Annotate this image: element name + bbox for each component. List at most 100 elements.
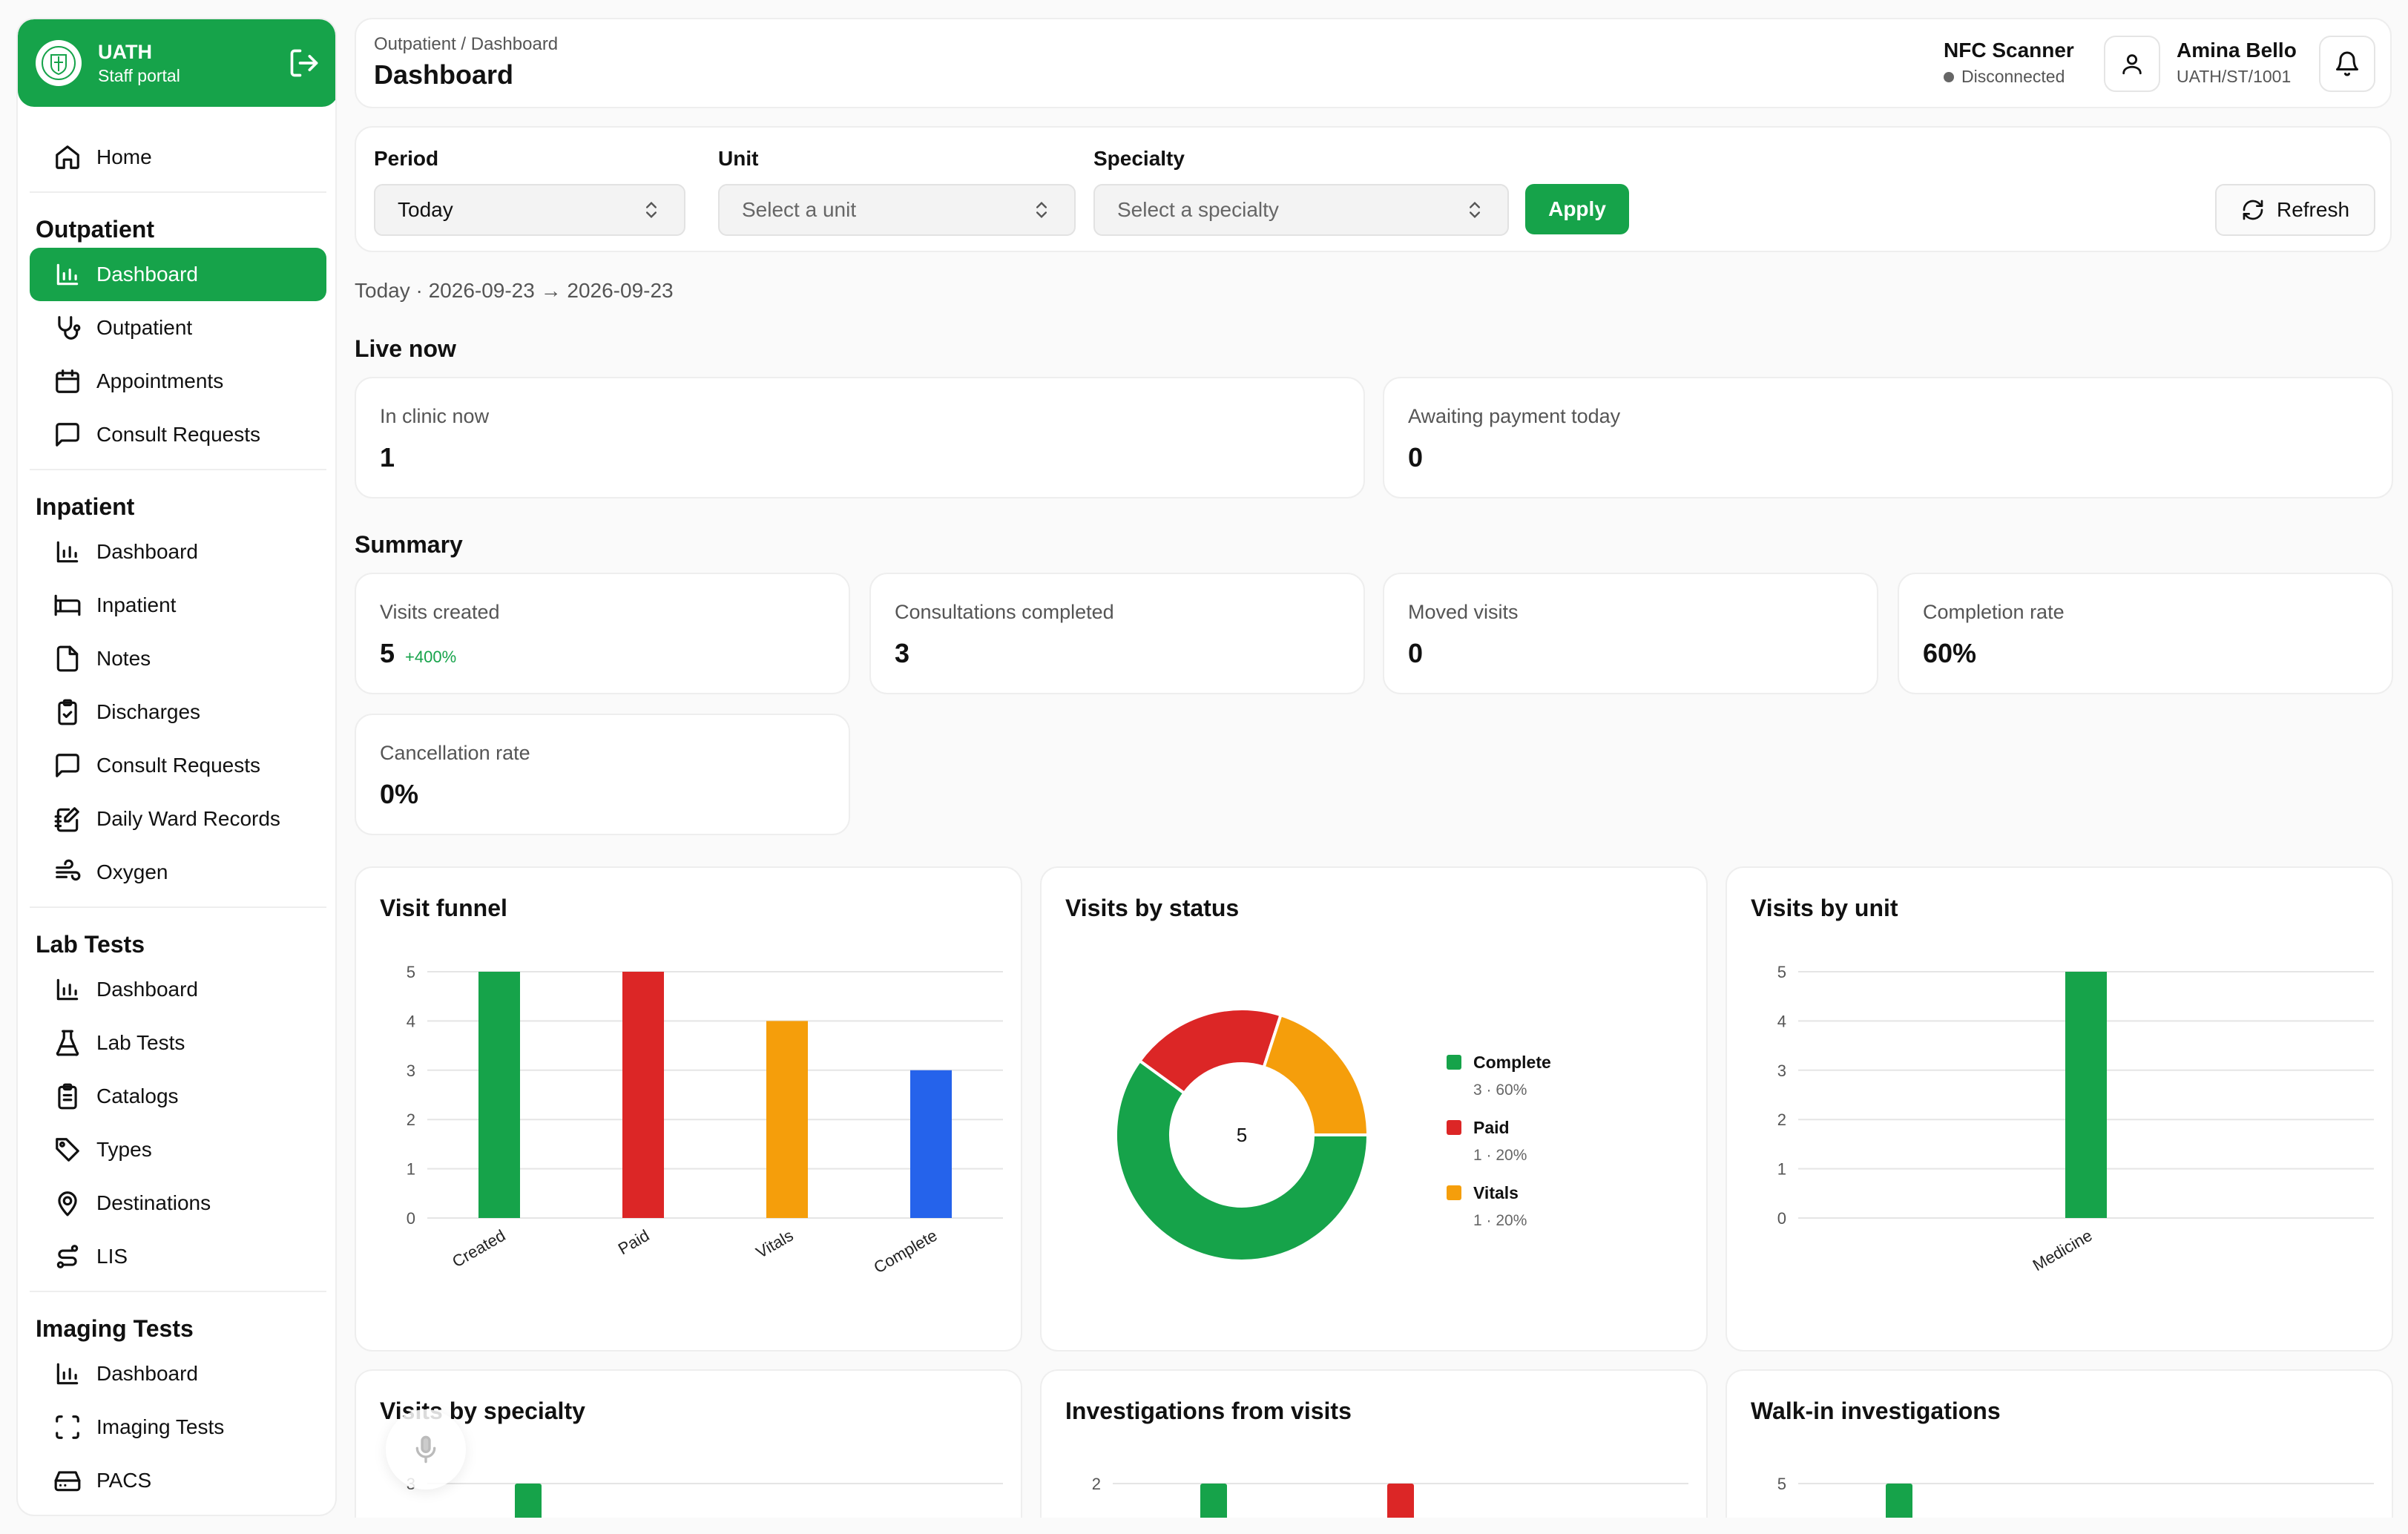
visits-by-status-svg: 5 Complete 3 · 60% Paid 1 · 20% Vitals 1 · 20% xyxy=(1114,1007,1551,1263)
notifications-button[interactable] xyxy=(2319,36,2375,92)
bar-chart-icon xyxy=(56,978,79,1001)
home-icon xyxy=(56,145,79,169)
sidebar-section-title: Outpatient xyxy=(36,216,154,243)
sidebar-section-title: Imaging Tests xyxy=(36,1315,194,1342)
sidebar-item-imaging-tests[interactable]: Imaging Tests xyxy=(30,1400,326,1454)
sidebar-item-daily-ward-records[interactable]: Daily Ward Records xyxy=(30,792,326,846)
divider xyxy=(30,906,326,908)
sidebar-section-title: Inpatient xyxy=(36,493,135,520)
sidebar-item-outpatient[interactable]: Outpatient xyxy=(30,301,326,355)
sidebar-item-catalogs[interactable]: Catalogs xyxy=(30,1507,326,1515)
stat-card-consultations-completed: Consultations completed 3 xyxy=(869,573,1365,694)
user-icon xyxy=(2122,54,2142,75)
bar xyxy=(622,972,664,1218)
stat-card-moved-visits: Moved visits 0 xyxy=(1383,573,1878,694)
legend-value: 1 · 20% xyxy=(1473,1212,1527,1229)
message-icon xyxy=(56,423,79,447)
y-tick-label: 0 xyxy=(407,1209,415,1228)
stat-label: Cancellation rate xyxy=(380,742,530,764)
sidebar-nav: Home Outpatient Dashboard Outpatient Appoin… xyxy=(18,131,335,1515)
chart-walk-in-investigations: Walk-in investigations 5 xyxy=(1726,1369,2393,1518)
sidebar-item-lis[interactable]: LIS xyxy=(30,1230,326,1283)
message-icon xyxy=(56,754,79,777)
walk-in-investigations-svg: 5 xyxy=(1777,1475,2374,1518)
top-header: Outpatient / Dashboard Dashboard NFC Sca… xyxy=(355,18,2392,108)
unit-select[interactable]: Select a unit xyxy=(718,184,1076,236)
sidebar-item-types[interactable]: Types xyxy=(30,1123,326,1176)
sidebar-item-inpatient[interactable]: Inpatient xyxy=(30,579,326,632)
stat-value: 3 xyxy=(895,638,910,668)
bell-icon xyxy=(2336,51,2358,76)
sidebar-item-catalogs[interactable]: Catalogs xyxy=(30,1070,326,1123)
legend-swatch xyxy=(1447,1120,1461,1135)
microphone-icon xyxy=(415,1435,436,1464)
sidebar-item-dashboard[interactable]: Dashboard xyxy=(30,248,326,301)
legend-label: Complete xyxy=(1473,1053,1551,1072)
period-select[interactable]: Today xyxy=(374,184,685,236)
bar xyxy=(910,1070,952,1218)
sidebar-item-label: Outpatient xyxy=(96,316,193,339)
live-now-heading: Live now xyxy=(355,335,456,362)
scan-icon xyxy=(56,1415,79,1439)
user-profile-button[interactable] xyxy=(2104,36,2160,92)
app-frame: UATH Staff portal Home Outpatient Dashboa… xyxy=(0,0,2408,1534)
y-tick-label: 5 xyxy=(407,963,415,981)
period-label: Period xyxy=(374,147,439,170)
sidebar-item-notes[interactable]: Notes xyxy=(30,632,326,685)
sidebar-item-label: Inpatient xyxy=(96,593,177,616)
bar-chart-icon xyxy=(56,1363,79,1385)
sidebar-item-destinations[interactable]: Destinations xyxy=(30,1176,326,1230)
sidebar-item-oxygen[interactable]: Oxygen xyxy=(30,846,326,899)
sidebar-item-dashboard[interactable]: Dashboard xyxy=(30,963,326,1016)
sidebar-item-label: Dashboard xyxy=(96,1362,198,1385)
bar xyxy=(515,1484,542,1518)
y-tick-label: 1 xyxy=(1777,1160,1786,1179)
x-tick-label: Medicine xyxy=(2030,1226,2096,1275)
bar xyxy=(766,1021,808,1218)
sidebar-item-appointments[interactable]: Appointments xyxy=(30,355,326,408)
nfc-title: NFC Scanner xyxy=(1944,39,2074,62)
bar xyxy=(1886,1484,1912,1518)
sidebar-item-label: LIS xyxy=(96,1245,128,1268)
refresh-button[interactable]: Refresh xyxy=(2215,184,2375,236)
bar xyxy=(478,972,520,1218)
sidebar-item-consult-requests[interactable]: Consult Requests xyxy=(30,739,326,792)
y-tick-label: 2 xyxy=(407,1110,415,1129)
route-icon xyxy=(56,1245,79,1268)
y-tick-label: 3 xyxy=(407,1061,415,1080)
stat-card-visits-created: Visits created 5 +400% xyxy=(355,573,850,694)
period-value: Today xyxy=(398,198,453,221)
legend-label: Paid xyxy=(1473,1118,1510,1137)
y-tick-label: 0 xyxy=(1777,1209,1786,1228)
sidebar-item-pacs[interactable]: PACS xyxy=(30,1454,326,1507)
specialty-placeholder: Select a specialty xyxy=(1117,198,1279,221)
x-tick-label: Created xyxy=(449,1226,508,1271)
refresh-icon xyxy=(2243,200,2263,220)
stat-label: In clinic now xyxy=(380,405,490,427)
y-tick-label: 5 xyxy=(1777,963,1786,981)
stat-value: 0% xyxy=(380,779,419,809)
sidebar-item-label: Imaging Tests xyxy=(96,1415,225,1438)
specialty-select[interactable]: Select a specialty xyxy=(1093,184,1509,236)
voice-input-button[interactable] xyxy=(386,1409,466,1489)
stat-card-cancellation-rate: Cancellation rate 0% xyxy=(355,714,850,835)
sidebar-item-label: Notes xyxy=(96,647,151,670)
sidebar-item-home[interactable]: Home xyxy=(30,131,326,184)
stat-label: Awaiting payment today xyxy=(1408,405,1621,427)
sidebar-item-discharges[interactable]: Discharges xyxy=(30,685,326,739)
stat-label: Visits created xyxy=(380,601,500,623)
brand-subtitle: Staff portal xyxy=(98,66,180,85)
sidebar-item-dashboard[interactable]: Dashboard xyxy=(30,1347,326,1400)
sidebar-item-label: Types xyxy=(96,1138,152,1161)
logout-icon[interactable] xyxy=(288,47,320,79)
breadcrumb[interactable]: Outpatient / Dashboard xyxy=(374,34,558,55)
tags-icon xyxy=(56,1138,79,1162)
bar xyxy=(1387,1484,1414,1518)
chart-visits-by-status: Visits by status 5 Complete 3 · 60% Paid 1 ·… xyxy=(1040,866,1708,1352)
sidebar-item-dashboard[interactable]: Dashboard xyxy=(30,525,326,579)
sidebar-item-label: Dashboard xyxy=(96,263,198,286)
apply-button[interactable]: Apply xyxy=(1525,184,1629,234)
stat-card-in-clinic: In clinic now 1 xyxy=(355,377,1365,498)
sidebar-item-lab-tests[interactable]: Lab Tests xyxy=(30,1016,326,1070)
sidebar-item-consult-requests[interactable]: Consult Requests xyxy=(30,408,326,461)
